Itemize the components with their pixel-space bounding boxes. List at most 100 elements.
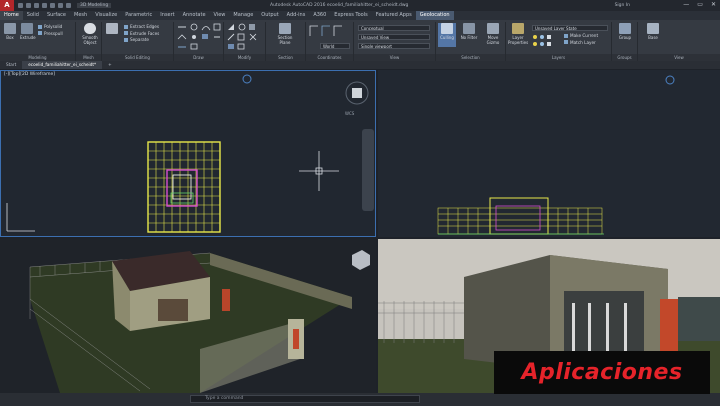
maximize-button[interactable]: ▭ — [697, 1, 703, 8]
panel-label[interactable]: Modify — [224, 54, 265, 61]
autocad-window: A 3D Modeling Autodesk AutoCAD 2016 ecoe… — [0, 0, 720, 406]
panel-label[interactable]: Solid Editing — [102, 54, 173, 61]
group-button[interactable]: Group — [616, 23, 634, 45]
viewcube-icon[interactable] — [345, 81, 369, 105]
door-3d — [222, 289, 230, 311]
extract-edges-button[interactable]: Extract Edges — [124, 24, 159, 31]
modify-tools-icons[interactable] — [224, 22, 266, 52]
panel-label[interactable]: Coordinates — [306, 54, 353, 61]
modeling-small-tools: Polysolid Presspull — [38, 24, 63, 37]
tab-add-ins[interactable]: Add-ins — [283, 11, 310, 20]
panel-layers: Layer Properties Unsaved Layer State Mak… — [506, 22, 612, 61]
panel-label[interactable]: Draw — [174, 54, 223, 61]
ucs-tools-icons[interactable] — [306, 22, 354, 42]
house-porch — [170, 192, 194, 204]
window-title: Autodesk AutoCAD 2016 ecoelid_familiahit… — [270, 3, 409, 8]
autocad-logo-icon[interactable]: A — [0, 0, 14, 11]
command-input[interactable]: Type a command — [190, 395, 420, 403]
presspull-button[interactable]: Presspull — [38, 31, 63, 38]
panel-coordinates: World Coordinates — [306, 22, 354, 61]
save-as-icon[interactable] — [42, 3, 47, 8]
workspace-switcher[interactable]: 3D Modeling — [77, 3, 112, 8]
viewport-config-dropdown[interactable]: Single viewport — [358, 43, 430, 49]
viewport-front-elevation[interactable] — [378, 70, 720, 237]
minimize-button[interactable]: — — [683, 1, 689, 8]
tab-a360[interactable]: A360 — [309, 11, 330, 20]
solid-editing-tools: Extract Edges Extrude Faces Separate — [124, 24, 159, 44]
tab-home[interactable]: Home — [0, 11, 23, 20]
file-tab-start[interactable]: Start — [0, 61, 22, 69]
make-current-button[interactable]: Make Current — [564, 33, 598, 40]
tab-geolocation[interactable]: Geolocation — [415, 11, 454, 20]
tab-solid[interactable]: Solid — [23, 11, 43, 20]
tab-surface[interactable]: Surface — [43, 11, 70, 20]
separate-button[interactable]: Separate — [124, 37, 159, 44]
tab-mesh[interactable]: Mesh — [70, 11, 91, 20]
visual-style-dropdown[interactable]: Conceptual — [358, 25, 430, 31]
group-icon — [619, 23, 631, 34]
panel-label[interactable]: Layers — [506, 54, 611, 61]
panel-label[interactable]: Modeling — [0, 54, 75, 61]
geolocation-icon[interactable] — [242, 74, 252, 84]
viewcube-3d-icon[interactable] — [352, 250, 370, 270]
polysolid-button[interactable]: Polysolid — [38, 24, 63, 31]
tab-parametric[interactable]: Parametric — [121, 11, 156, 20]
ucs-dropdown[interactable]: World — [320, 43, 350, 49]
new-tab-button[interactable]: + — [102, 61, 118, 69]
gate-3d — [293, 329, 299, 349]
geolocation-icon[interactable] — [665, 75, 675, 85]
wcs-label[interactable]: WCS — [345, 111, 354, 116]
viewport-3d-perspective[interactable] — [0, 239, 376, 393]
culling-button[interactable]: Culling — [438, 23, 456, 47]
smooth-object-button[interactable]: Smooth Object — [81, 23, 99, 45]
extrude-button[interactable]: Extrude — [20, 23, 36, 45]
tab-annotate[interactable]: Annotate — [179, 11, 210, 20]
panel-label[interactable]: View — [354, 54, 435, 61]
panel-label[interactable]: View — [638, 54, 720, 61]
panel-view: Conceptual Unsaved View Single viewport … — [354, 22, 436, 61]
tab-visualize[interactable]: Visualize — [91, 11, 121, 20]
box-button[interactable]: Box — [3, 23, 17, 45]
sign-in-link[interactable]: Sign In — [615, 3, 630, 8]
viewport-top-plan[interactable]: [-][Top][2D Wireframe] WCS — [0, 70, 376, 237]
redo-icon[interactable] — [66, 3, 71, 8]
file-tab-drawing[interactable]: ecoelid_familiahitter_ei_scheidt* — [22, 61, 103, 69]
overlay-banner: Aplicaciones — [494, 351, 710, 394]
title-bar: A 3D Modeling Autodesk AutoCAD 2016 ecoe… — [0, 0, 720, 11]
panel-draw: Draw — [174, 22, 224, 61]
undo-icon[interactable] — [58, 3, 63, 8]
named-view-dropdown[interactable]: Unsaved View — [358, 34, 430, 40]
panel-solid-editing: Extract Edges Extrude Faces Separate Sol… — [102, 22, 174, 61]
elevation-drawing — [437, 75, 675, 235]
base-button[interactable]: Base — [644, 23, 662, 45]
new-icon[interactable] — [18, 3, 23, 8]
layer-properties-button[interactable]: Layer Properties — [508, 23, 528, 45]
tab-featured-apps[interactable]: Featured Apps — [372, 11, 416, 20]
match-layer-button[interactable]: Match Layer — [564, 40, 598, 47]
panel-label[interactable]: Section — [266, 54, 305, 61]
layer-state-dropdown[interactable]: Unsaved Layer State — [532, 25, 608, 31]
tab-express-tools[interactable]: Express Tools — [330, 11, 371, 20]
viewport-label[interactable]: [-][Top][2D Wireframe] — [4, 72, 55, 77]
ribbon: Box Extrude Polysolid Presspull Modeling… — [0, 20, 720, 61]
tab-output[interactable]: Output — [257, 11, 282, 20]
plot-icon[interactable] — [50, 3, 55, 8]
panel-label[interactable]: Groups — [612, 54, 637, 61]
union-button[interactable] — [105, 23, 119, 45]
section-plane-button[interactable]: Section Plane — [272, 23, 298, 45]
tab-view[interactable]: View — [210, 11, 230, 20]
close-button[interactable]: ✕ — [711, 1, 716, 8]
panel-label[interactable]: Mesh — [76, 54, 101, 61]
navigation-bar[interactable] — [362, 129, 374, 211]
open-icon[interactable] — [26, 3, 31, 8]
tab-insert[interactable]: Insert — [156, 11, 178, 20]
panel-label[interactable]: Selection — [436, 54, 505, 61]
draw-tools-icons[interactable] — [174, 22, 224, 52]
tab-manage[interactable]: Manage — [229, 11, 257, 20]
move-gizmo-button[interactable]: Move Gizmo — [482, 23, 504, 45]
house-elevation — [489, 197, 549, 235]
plan-drawing — [6, 74, 374, 233]
layer-state-icons[interactable] — [532, 34, 562, 48]
save-icon[interactable] — [34, 3, 39, 8]
no-filter-button[interactable]: No Filter — [458, 23, 480, 45]
